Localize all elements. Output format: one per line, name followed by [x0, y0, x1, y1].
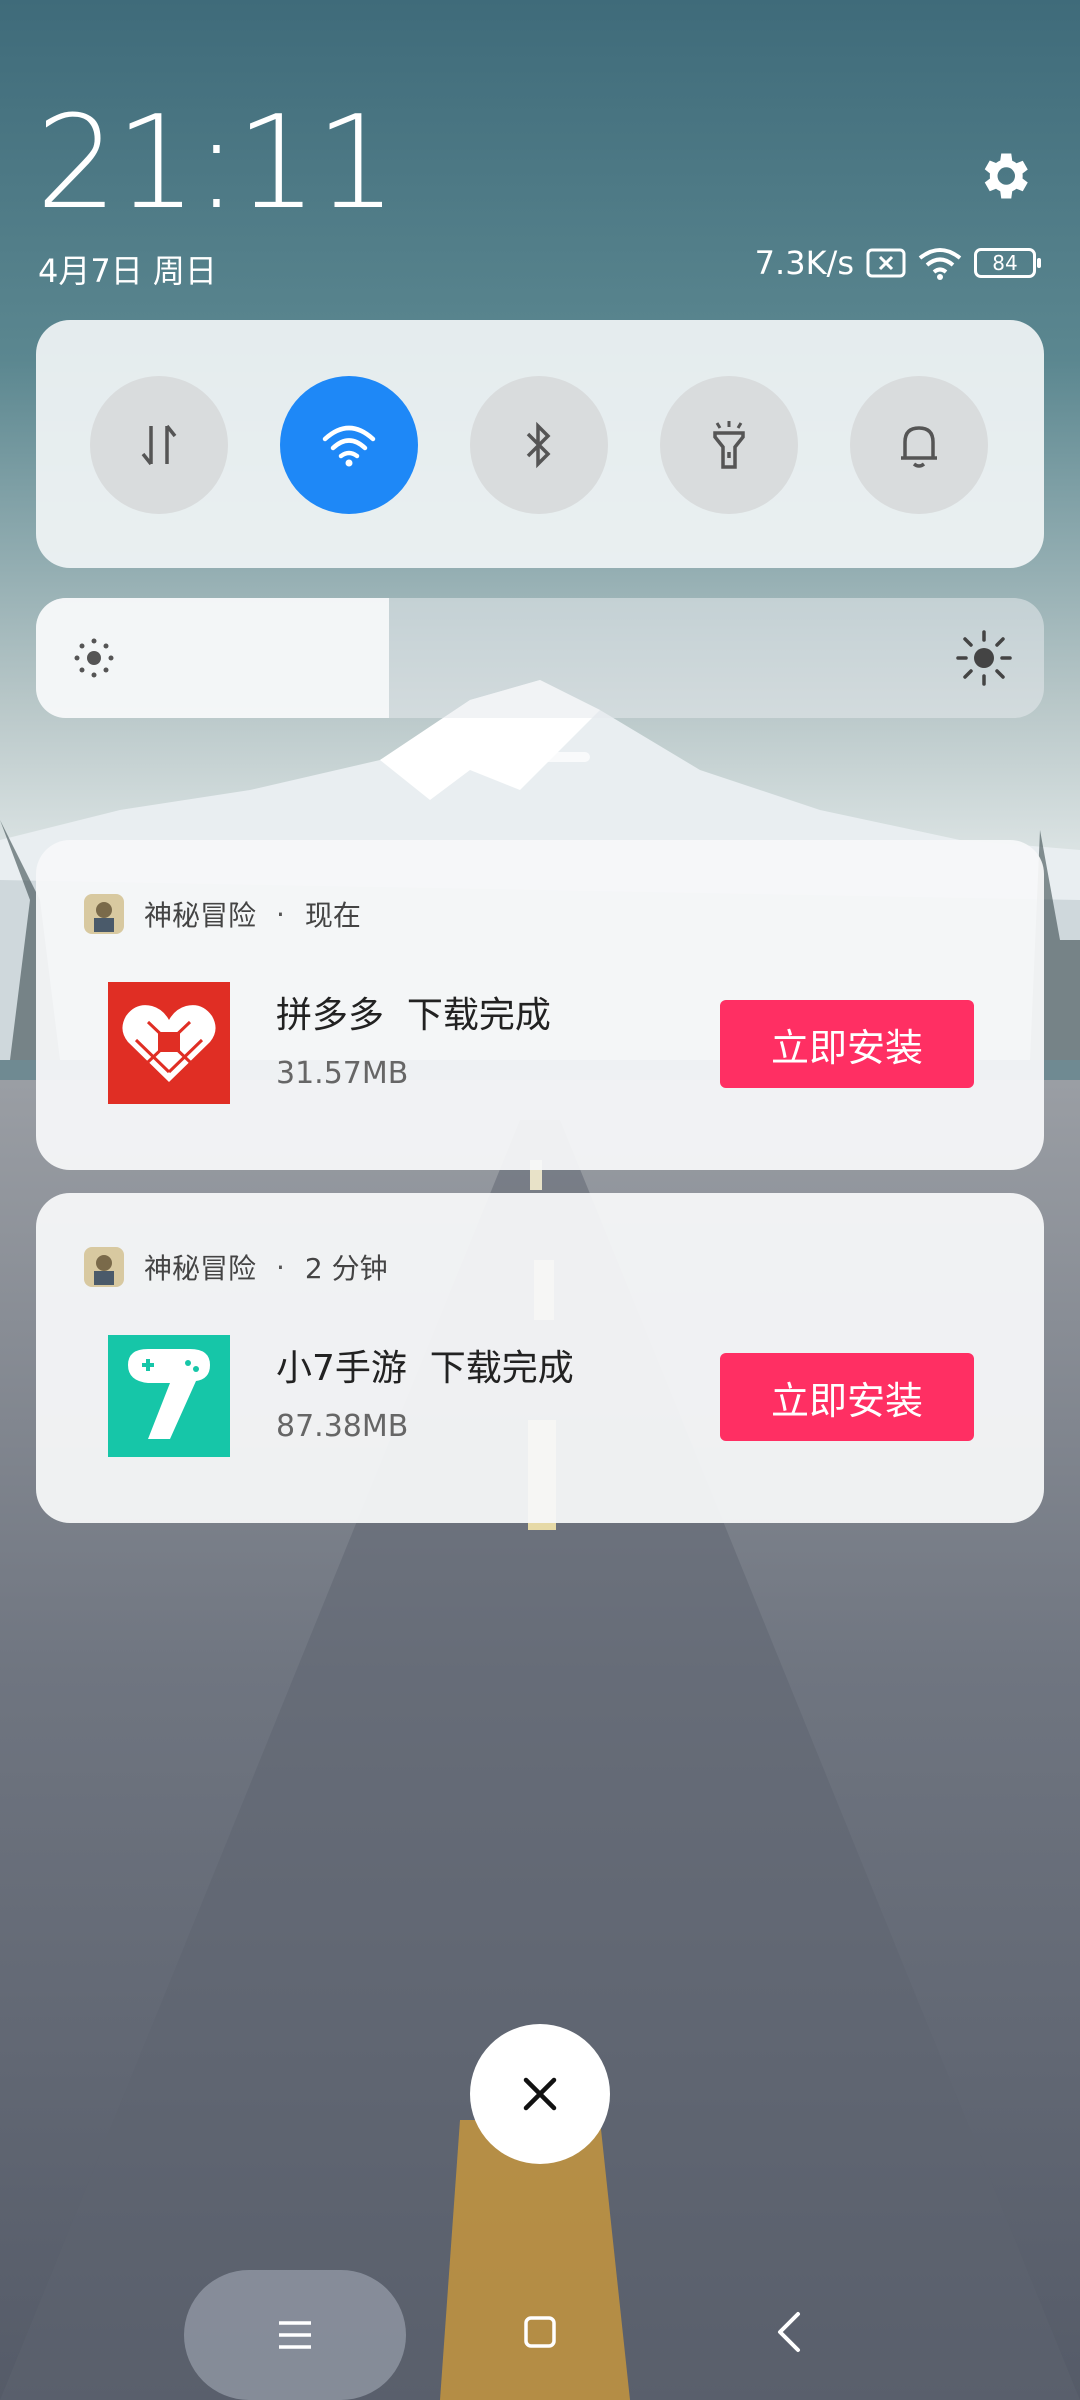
- notification-card[interactable]: 神秘冒险 · 现在 拼多多 下载完成 31.57MB 立即安装: [36, 840, 1044, 1170]
- download-status: 下载完成: [429, 1348, 574, 1389]
- notification-header: 神秘冒险 · 现在: [84, 892, 361, 936]
- bluetooth-toggle[interactable]: [470, 376, 608, 514]
- flashlight-icon: [713, 421, 745, 469]
- separator-dot: ·: [276, 897, 285, 931]
- ringer-toggle[interactable]: [850, 376, 988, 514]
- app-name: 小7手游: [276, 1348, 407, 1389]
- brightness-slider[interactable]: [36, 598, 1044, 718]
- notification-card[interactable]: 神秘冒险 · 2 分钟 小7手游 下载完成 87.38MB 立即安装: [36, 1193, 1044, 1523]
- bluetooth-icon: [526, 421, 551, 469]
- wifi-status-icon: [918, 248, 962, 280]
- wifi-icon: [322, 425, 376, 467]
- nav-recents-button[interactable]: [184, 2270, 406, 2400]
- notification-title: 拼多多 下载完成: [276, 986, 551, 1038]
- status-icons: 7.3K/s 84: [754, 244, 1041, 282]
- clock: 21:11: [36, 89, 397, 238]
- clear-all-button[interactable]: [470, 2024, 610, 2164]
- brightness-high-icon: [956, 630, 1012, 686]
- file-size: 31.57MB: [276, 1056, 409, 1091]
- notification-header: 神秘冒险 · 2 分钟: [84, 1245, 388, 1289]
- no-sim-icon: [866, 248, 906, 278]
- flashlight-toggle[interactable]: [660, 376, 798, 514]
- mobile-data-toggle[interactable]: [90, 376, 228, 514]
- install-button[interactable]: 立即安装: [720, 1000, 974, 1088]
- battery-level: 84: [992, 251, 1018, 275]
- download-status: 下载完成: [406, 995, 551, 1036]
- bell-icon: [901, 426, 937, 468]
- nav-home-button[interactable]: [520, 2312, 560, 2352]
- xiao7-app-icon: [108, 1335, 230, 1457]
- file-size: 87.38MB: [276, 1409, 409, 1444]
- drag-handle[interactable]: [490, 752, 590, 762]
- notification-time: 现在: [304, 899, 361, 932]
- wifi-toggle[interactable]: [280, 376, 418, 514]
- separator-dot: ·: [276, 1250, 285, 1284]
- close-icon: [523, 2077, 557, 2111]
- source-app-icon: [84, 1247, 124, 1287]
- notification-source: 神秘冒险: [144, 1252, 257, 1285]
- network-speed: 7.3K/s: [754, 244, 854, 282]
- quick-settings-panel: [36, 320, 1044, 568]
- battery-icon: 84: [974, 248, 1041, 278]
- app-name: 拼多多: [276, 995, 385, 1036]
- settings-gear-icon[interactable]: [974, 146, 1034, 206]
- nav-back-icon[interactable]: [770, 2308, 810, 2356]
- pinduoduo-app-icon: [108, 982, 230, 1104]
- data-arrows-icon: [141, 424, 177, 466]
- home-square-icon: [524, 2316, 556, 2348]
- notification-source: 神秘冒险: [144, 899, 257, 932]
- install-button[interactable]: 立即安装: [720, 1353, 974, 1441]
- date: 4月7日 周日: [38, 252, 217, 290]
- brightness-low-icon: [74, 638, 114, 678]
- notification-time: 2 分钟: [304, 1252, 388, 1285]
- notification-title: 小7手游 下载完成: [276, 1339, 574, 1391]
- menu-icon: [279, 2321, 311, 2349]
- source-app-icon: [84, 894, 124, 934]
